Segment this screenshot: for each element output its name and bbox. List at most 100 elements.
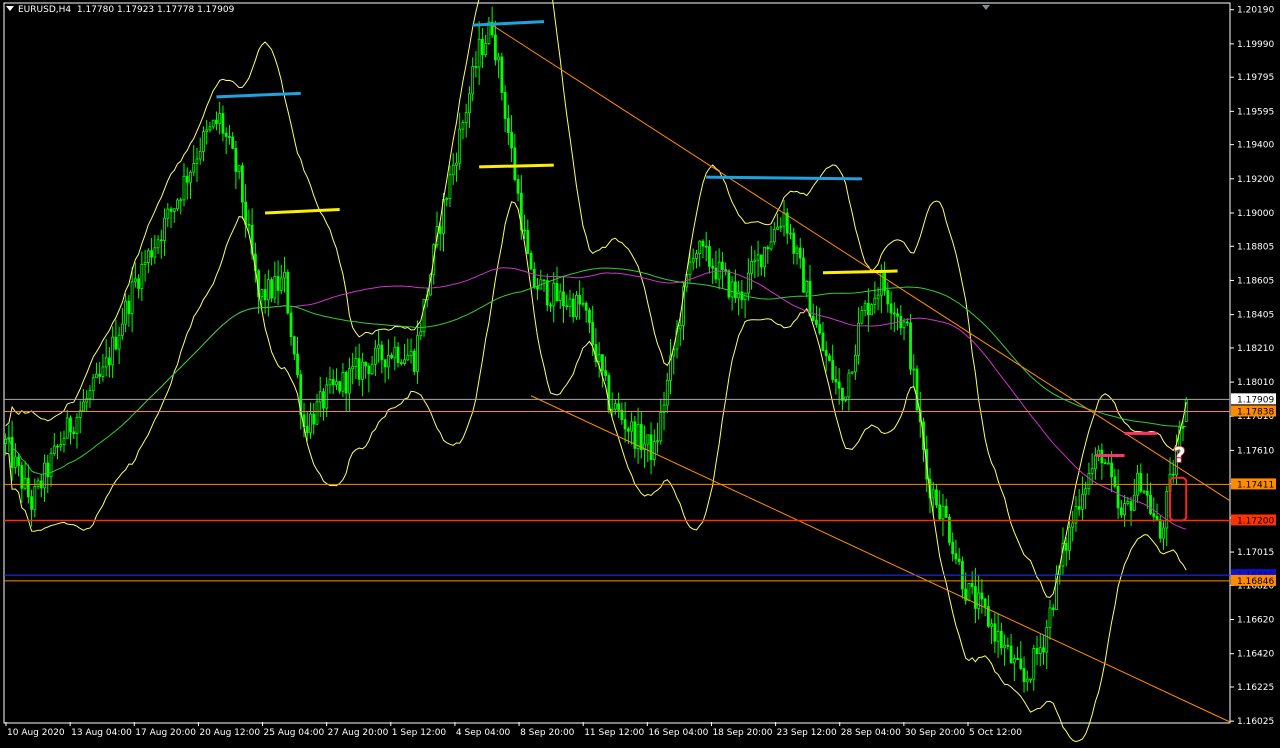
candle-body: [156, 239, 160, 249]
candle-body: [59, 444, 63, 447]
candle-body: [166, 208, 170, 219]
candle-body: [902, 321, 906, 329]
candle-body: [613, 403, 617, 410]
price-chart[interactable]: 1.20190 1.19990 1.19795 1.19595 1.19400 1.192…: [0, 0, 1280, 744]
time-tick-label: 20 Aug 12:00: [199, 728, 260, 738]
candle-body: [289, 312, 293, 338]
candle-body: [604, 370, 608, 376]
candle-body: [999, 631, 1003, 649]
candle-body: [111, 336, 115, 366]
candle-body: [510, 132, 513, 149]
candle-body: [1126, 501, 1130, 504]
candle-body: [545, 280, 549, 306]
candle-body: [95, 373, 98, 379]
candle-body: [163, 217, 166, 241]
candle-body: [1045, 626, 1049, 653]
candle-body: [1022, 668, 1026, 683]
candle-body: [33, 485, 37, 510]
candle-body: [224, 132, 228, 137]
candle-body: [270, 279, 273, 299]
price-tick-label: 1.19595: [1237, 107, 1274, 117]
candle-body: [101, 366, 105, 377]
candle-body: [990, 623, 994, 627]
candle-body: [935, 489, 938, 506]
candle-body: [1162, 527, 1165, 539]
price-tick-label: 1.16025: [1237, 717, 1274, 727]
candle-body: [853, 354, 857, 373]
candle-body: [779, 225, 783, 228]
candle-body: [331, 379, 335, 386]
candle-body: [980, 592, 984, 600]
candle-body: [581, 302, 585, 305]
candle-body: [192, 163, 196, 173]
candle-body: [973, 586, 977, 609]
candle-body: [292, 336, 296, 355]
candle-body: [714, 267, 718, 280]
candle-body: [344, 372, 348, 394]
candle-body: [52, 445, 56, 455]
candle-body: [549, 304, 552, 307]
candle-body: [815, 319, 818, 325]
candle-body: [296, 353, 299, 376]
candle-body: [931, 489, 935, 499]
candle-body: [146, 250, 150, 263]
candle-body: [503, 92, 507, 119]
candle-body: [10, 437, 14, 468]
candle-body: [1068, 526, 1071, 551]
candle-body: [717, 261, 721, 280]
candle-body: [23, 477, 27, 489]
candle-body: [484, 43, 488, 55]
candle-body: [617, 403, 621, 411]
candle-body: [1129, 501, 1133, 511]
candle-body: [811, 315, 815, 321]
candle-body: [185, 175, 189, 183]
candle-body: [477, 38, 481, 68]
candle-body: [944, 505, 948, 518]
candle-body: [65, 417, 69, 439]
price-tick-label: 1.18605: [1237, 276, 1274, 286]
candle-body: [967, 583, 971, 601]
candle-body: [789, 232, 792, 235]
candle-body: [678, 325, 682, 330]
candle-body: [150, 250, 153, 258]
candle-body: [828, 355, 831, 361]
candle-body: [312, 413, 316, 425]
candle-body: [841, 387, 844, 401]
triangle-down-icon[interactable]: [6, 6, 14, 11]
candle-body: [69, 417, 72, 433]
candle-body: [360, 361, 364, 380]
candle-body: [1084, 488, 1088, 495]
candle-body: [863, 302, 867, 311]
candle-body: [591, 322, 595, 345]
candle-body: [1181, 426, 1185, 429]
candle-body: [996, 631, 1000, 642]
level-label: 1.16846: [1237, 577, 1274, 587]
candle-body: [17, 456, 20, 466]
candle-body: [403, 359, 406, 365]
candle-body: [1029, 678, 1032, 681]
candle-body: [1048, 607, 1052, 628]
candle-body: [772, 228, 776, 243]
candle-body: [601, 354, 604, 372]
candle-body: [889, 303, 893, 314]
candle-body: [120, 323, 124, 336]
candle-body: [860, 310, 864, 324]
candle-body: [13, 456, 17, 468]
candle-body: [652, 441, 656, 460]
candle-body: [1142, 490, 1146, 493]
chart-canvas[interactable]: 1.20190 1.19990 1.19795 1.19595 1.19400 1.192…: [0, 0, 1280, 744]
candle-body: [941, 505, 945, 520]
candle-body: [172, 208, 176, 212]
candle-body: [179, 199, 183, 202]
candle-body: [386, 354, 390, 368]
candle-body: [88, 390, 92, 400]
candle-body: [808, 280, 812, 317]
time-tick-label: 10 Aug 2020: [7, 728, 65, 738]
candle-body: [458, 128, 462, 164]
candle-body: [416, 335, 419, 372]
plot-frame: [3, 2, 1231, 724]
candle-body: [133, 278, 137, 283]
candle-body: [1149, 494, 1152, 514]
price-tick-label: 1.20190: [1237, 6, 1274, 16]
resistance-line-blue: [706, 175, 862, 181]
